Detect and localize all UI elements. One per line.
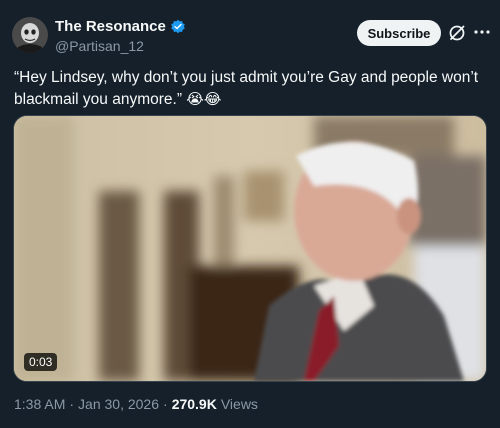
more-dots-icon[interactable] — [472, 22, 492, 42]
author-display-name[interactable]: The Resonance — [55, 18, 166, 35]
tweet-meta: 1:38 AM · Jan 30, 2026 · 270.9K Views — [14, 396, 258, 412]
author-name-row: The Resonance — [55, 18, 186, 35]
video-player[interactable] — [13, 115, 487, 382]
video-duration-badge: 0:03 — [24, 353, 58, 371]
verified-badge-icon — [170, 19, 186, 35]
tweet-text: “Hey Lindsey, why don’t you just admit y… — [14, 67, 484, 111]
views-label: Views — [220, 396, 258, 412]
tweet-body: “Hey Lindsey, why don’t you just admit y… — [14, 69, 479, 108]
subscribe-button[interactable]: Subscribe — [357, 20, 441, 46]
meta-separator: · — [69, 396, 75, 412]
meta-separator-2: · — [163, 396, 168, 412]
tweet-time[interactable]: 1:38 AM — [14, 396, 65, 412]
tweet-header: The Resonance @Partisan_12 Subscribe — [0, 0, 500, 70]
tweet-date[interactable]: Jan 30, 2026 — [78, 396, 159, 412]
avatar[interactable] — [12, 17, 48, 53]
author-handle[interactable]: @Partisan_12 — [55, 38, 144, 54]
tweet-emojis: 😭😂 — [186, 91, 222, 108]
views-count[interactable]: 270.9K — [172, 396, 217, 412]
video-frame — [14, 116, 486, 381]
grok-slash-icon[interactable] — [448, 24, 466, 42]
